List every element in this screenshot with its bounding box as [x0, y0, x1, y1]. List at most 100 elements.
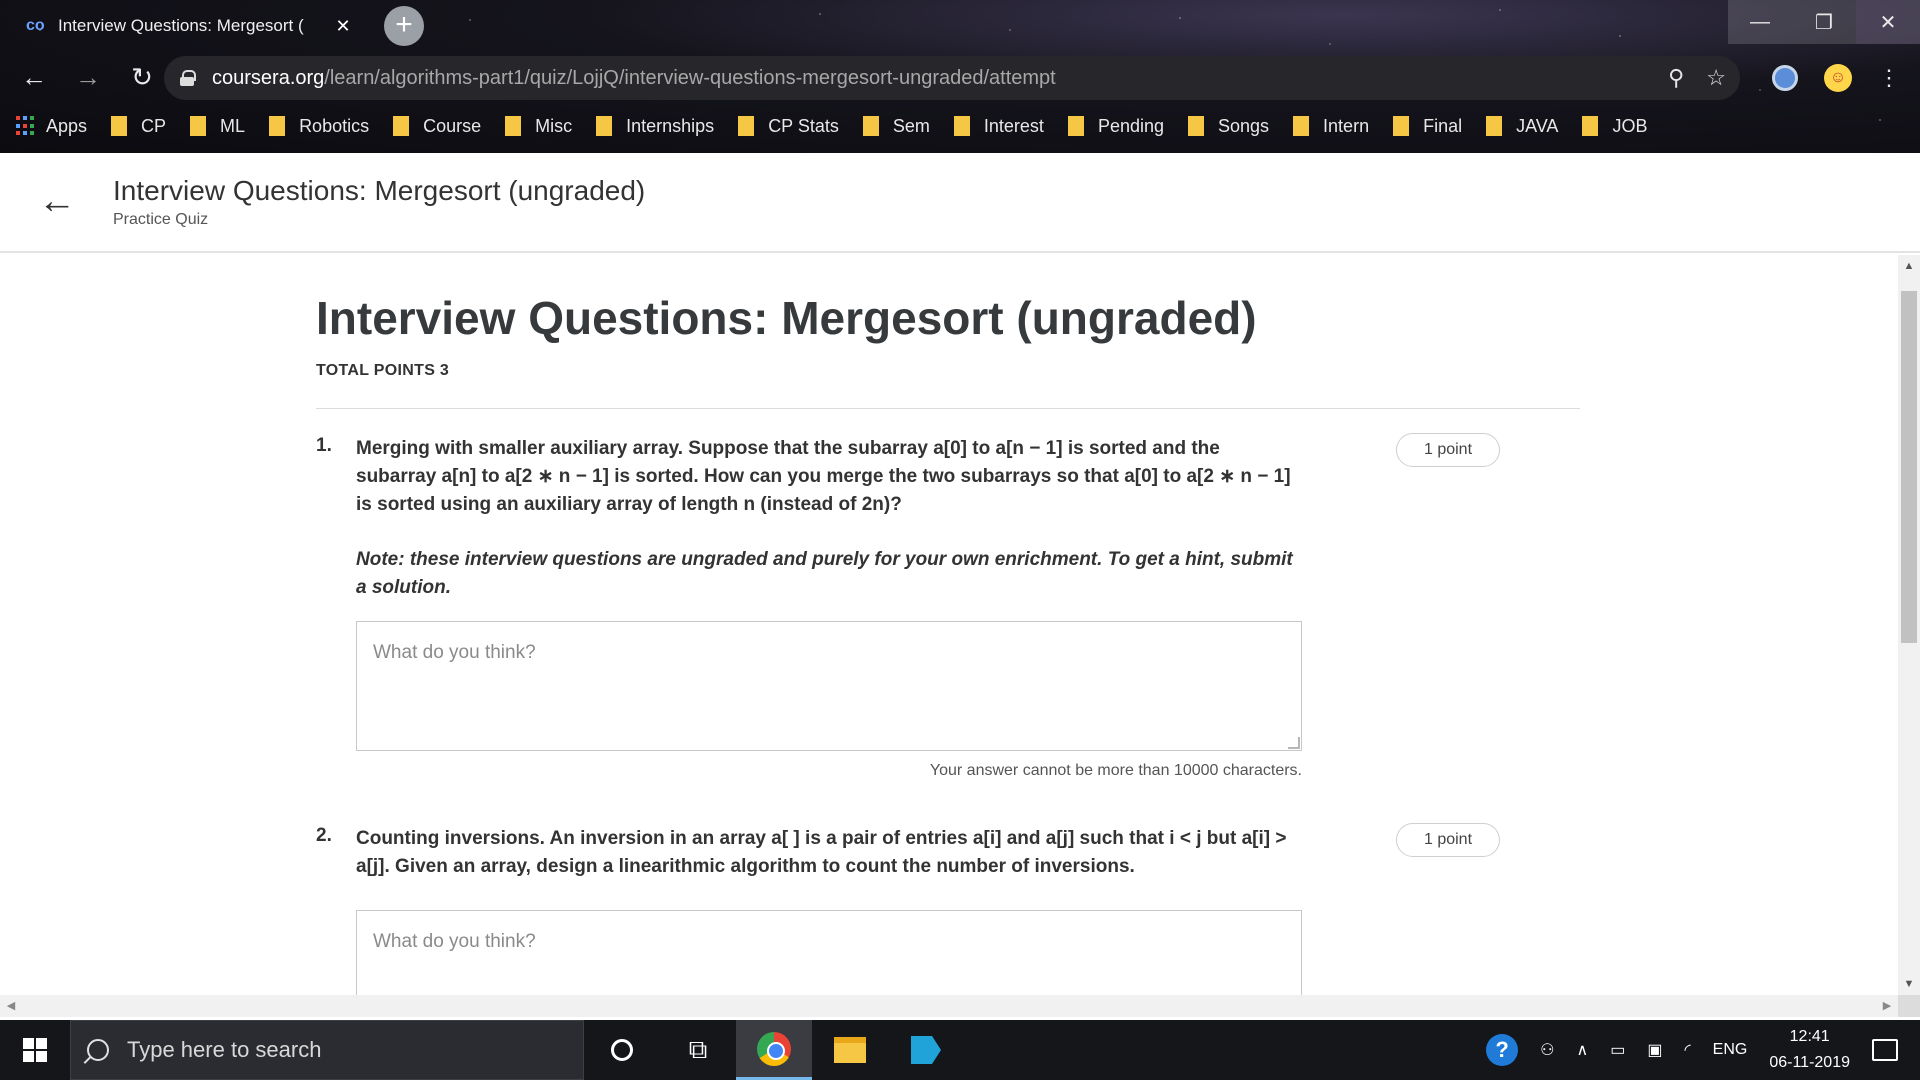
zoom-icon[interactable]: ⚲ — [1668, 65, 1684, 91]
task-view-icon: ⧉ — [688, 1034, 708, 1064]
header-subtitle: Practice Quiz — [113, 211, 209, 228]
restore-button[interactable]: ❐ — [1792, 0, 1856, 44]
bookmark-folder[interactable]: Intern — [1293, 116, 1369, 137]
bookmark-folder[interactable]: Course — [393, 116, 481, 137]
bookmark-star-icon[interactable]: ☆ — [1706, 65, 1726, 91]
profile-emoji-icon[interactable]: ☺ — [1824, 64, 1852, 92]
folder-icon — [1293, 116, 1310, 136]
points-badge: 1 point — [1396, 433, 1500, 467]
bookmark-folder[interactable]: CP Stats — [738, 116, 839, 137]
bookmark-folder[interactable]: ML — [190, 116, 245, 137]
battery-icon: ▭ — [1610, 1042, 1626, 1059]
start-button[interactable] — [0, 1020, 70, 1080]
bookmark-folder[interactable]: Misc — [505, 116, 572, 137]
folder-icon — [269, 116, 286, 136]
folder-icon — [505, 116, 522, 136]
close-window-button[interactable]: ✕ — [1856, 0, 1920, 44]
task-view-button[interactable]: ⧉ — [660, 1020, 736, 1080]
folder-icon — [1188, 116, 1204, 136]
cortana-button[interactable] — [584, 1020, 660, 1080]
address-bar[interactable]: coursera.org/learn/algorithms-part1/quiz… — [164, 56, 1740, 100]
clock[interactable]: 12:41 06-11-2019 — [1769, 1024, 1850, 1076]
reload-button[interactable]: ↻ — [122, 57, 162, 97]
bookmark-label: Apps — [46, 115, 88, 136]
folder-icon — [1582, 116, 1599, 136]
bookmark-folder[interactable]: Interest — [953, 115, 1044, 137]
browser-tab[interactable]: co Interview Questions: Mergesort ( ✕ — [14, 6, 364, 46]
bookmark-folder[interactable]: Internships — [596, 116, 714, 137]
system-tray: ? ⚇ ∧ ▭ ▣ ◜ ENG 12:41 06-11-2019 — [1486, 1020, 1920, 1080]
bookmark-label: Course — [423, 115, 482, 136]
wifi-icon: ◜ — [1684, 1042, 1691, 1059]
quiz-header: ← Interview Questions: Mergesort (ungrad… — [0, 153, 1920, 253]
tab-close-icon[interactable]: ✕ — [334, 16, 352, 37]
bookmark-label: Interest — [983, 115, 1044, 136]
help-button[interactable]: ? — [1486, 1034, 1519, 1066]
bookmark-label: JAVA — [1516, 115, 1559, 136]
people-button[interactable]: ⚇ — [1540, 1040, 1554, 1060]
back-arrow-icon[interactable]: ← — [38, 182, 78, 223]
minimize-button[interactable]: — — [1728, 0, 1792, 44]
clock-time: 12:41 — [1789, 1028, 1830, 1045]
battery-button[interactable]: ▭ — [1610, 1040, 1625, 1060]
bookmark-folder[interactable]: Songs — [1188, 116, 1269, 137]
question-text: Counting inversions. An inversion in an … — [356, 828, 1287, 877]
bookmark-folder[interactable]: Final — [1393, 116, 1462, 137]
bookmark-folder[interactable]: CP — [111, 116, 166, 137]
resize-handle-icon[interactable] — [1288, 737, 1300, 749]
taskbar-search[interactable]: Type here to search — [70, 1020, 584, 1080]
search-placeholder: Type here to search — [127, 1037, 322, 1062]
cortana-icon — [611, 1039, 633, 1061]
forward-button[interactable]: → — [68, 57, 108, 97]
tray-expand[interactable]: ∧ — [1577, 1040, 1589, 1060]
coursera-favicon-icon: co — [26, 17, 45, 34]
folder-icon — [190, 116, 207, 136]
url-path: /learn/algorithms-part1/quiz/LojjQ/inter… — [324, 66, 1056, 89]
back-button[interactable]: ← — [14, 57, 54, 97]
windows-taskbar: Type here to search ⧉ ? ⚇ ∧ ▭ ▣ ◜ ENG 12… — [0, 1020, 1920, 1080]
bookmark-folder[interactable]: Pending — [1067, 116, 1164, 137]
bookmark-apps[interactable]: Apps — [16, 116, 87, 137]
window-controls: — ❐ ✕ — [1728, 0, 1920, 44]
bookmark-label: Final — [1423, 115, 1463, 136]
extension-o-icon[interactable] — [1772, 65, 1798, 91]
answer-textarea[interactable] — [356, 621, 1302, 751]
chrome-icon — [757, 1031, 791, 1066]
points-badge: 1 point — [1396, 823, 1500, 857]
scroll-thumb[interactable] — [1901, 291, 1917, 643]
taskbar-file-explorer[interactable] — [812, 1020, 888, 1080]
windows-logo-icon — [23, 1038, 47, 1062]
answer-textarea[interactable] — [356, 910, 1302, 995]
folder-icon — [1067, 116, 1084, 136]
taskbar-chrome[interactable] — [736, 1020, 812, 1080]
people-icon: ⚇ — [1540, 1042, 1555, 1059]
bookmark-label: Internships — [626, 115, 715, 136]
bookmark-label: Sem — [892, 115, 930, 136]
bookmark-folder[interactable]: Sem — [862, 115, 930, 137]
new-tab-button[interactable]: + — [384, 6, 424, 46]
bookmark-label: CP — [141, 115, 167, 136]
vertical-scrollbar[interactable]: ▲ ▼ — [1898, 255, 1920, 995]
question-number: 2. — [316, 825, 332, 846]
language-indicator[interactable]: ENG — [1713, 1041, 1748, 1059]
apps-grid-icon — [16, 116, 36, 136]
horizontal-scrollbar[interactable]: ◀ ▶ — [0, 995, 1898, 1017]
scroll-corner — [1898, 995, 1920, 1017]
bookmark-folder[interactable]: Robotics — [269, 116, 369, 137]
total-points: TOTAL POINTS 3 — [316, 362, 450, 379]
scroll-left-icon[interactable]: ◀ — [0, 995, 22, 1017]
scroll-up-icon[interactable]: ▲ — [1898, 255, 1920, 277]
bookmark-folder[interactable]: JOB — [1582, 116, 1647, 137]
bookmark-label: CP Stats — [768, 115, 839, 136]
bookmark-label: JOB — [1612, 115, 1648, 136]
notification-icon[interactable] — [1872, 1039, 1898, 1061]
browser-menu-icon[interactable]: ⋮ — [1878, 65, 1900, 91]
device-button[interactable]: ▣ — [1647, 1040, 1662, 1060]
question-note: Note: these interview questions are ungr… — [356, 549, 1293, 598]
bookmark-folder[interactable]: JAVA — [1486, 116, 1558, 137]
bookmarks-bar: Apps CP ML Robotics Course Misc Internsh… — [16, 110, 1671, 142]
wifi-button[interactable]: ◜ — [1684, 1040, 1690, 1060]
scroll-down-icon[interactable]: ▼ — [1898, 973, 1920, 995]
taskbar-app[interactable] — [888, 1020, 964, 1080]
scroll-right-icon[interactable]: ▶ — [1876, 995, 1898, 1017]
